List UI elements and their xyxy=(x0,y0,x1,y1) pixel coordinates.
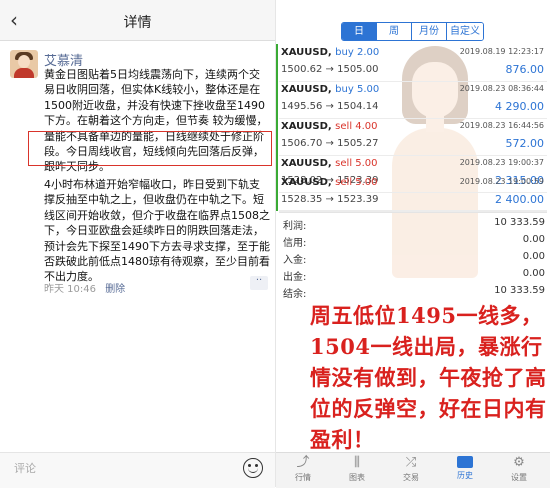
tab-day[interactable]: 日 xyxy=(342,23,376,40)
post-paragraph-2: 4小时布林道开始窄幅收口，昨日受到下轨支撑反抽至中轨之上，但收盘仍在中轨之下。短… xyxy=(44,178,270,284)
trade-side: sell 5.00 xyxy=(335,158,378,169)
overlay-caption: 周五低位1495一线多，1504一线出局，暴涨行情没有做到，午夜抢了高位的反弹空… xyxy=(310,303,547,452)
tab-week[interactable]: 周 xyxy=(376,23,411,40)
period-tabs: 日 周 月份 自定义 xyxy=(341,22,484,41)
more-options-button[interactable]: ·· xyxy=(250,276,268,290)
post-meta: 昨天 10:46 删除 xyxy=(44,280,125,295)
chart-trend-icon: ⤴ xyxy=(296,455,310,470)
trade-symbol: XAUUSD, xyxy=(281,84,332,95)
trade-date: 2019.08.23 16:44:56 xyxy=(459,121,544,130)
delete-link[interactable]: 删除 xyxy=(105,284,125,295)
trade-price: 1506.70 → 1505.27 xyxy=(281,138,379,149)
nav-settings[interactable]: ⚙ 设置 xyxy=(499,456,539,483)
trade-date: 2019.08.23 19:00:37 xyxy=(459,158,544,167)
trade-row[interactable]: XAUUSD, sell 5.00 2019.08.23 19:00:59 15… xyxy=(276,174,547,212)
summary-row-withdrawal: 出金: 0.00 xyxy=(283,268,545,283)
trade-side: sell 5.00 xyxy=(335,177,378,188)
comment-input[interactable]: 评论 xyxy=(14,460,36,476)
trade-date: 2019.08.23 08:36:44 xyxy=(459,84,544,93)
trade-symbol: XAUUSD, xyxy=(281,158,332,169)
emoji-icon[interactable] xyxy=(243,458,263,478)
nav-history[interactable]: 历史 xyxy=(445,456,485,481)
trade-profit: 876.00 xyxy=(505,63,545,76)
summary-row-profit: 利润: 10 333.59 xyxy=(283,217,545,232)
summary-row-balance: 结余: 10 333.59 xyxy=(283,285,545,300)
avatar[interactable] xyxy=(10,50,38,78)
trade-icon: ⤮ xyxy=(405,455,417,470)
summary-row-credit: 信用: 0.00 xyxy=(283,234,545,249)
trade-price: 1528.35 → 1523.39 xyxy=(281,194,379,205)
gear-icon: ⚙ xyxy=(513,455,525,470)
summary-divider xyxy=(279,212,547,213)
trade-row[interactable]: XAUUSD, buy 5.00 2019.08.23 08:36:44 149… xyxy=(276,81,547,119)
trade-row[interactable]: XAUUSD, buy 2.00 2019.08.19 12:23:17 150… xyxy=(276,44,547,82)
post-time: 昨天 10:46 xyxy=(44,284,96,295)
trade-profit: 2 400.00 xyxy=(495,193,544,206)
trade-symbol: XAUUSD, xyxy=(281,47,332,58)
nav-charts[interactable]: ⫼ 图表 xyxy=(337,456,377,483)
comment-bar xyxy=(0,452,275,488)
tab-month[interactable]: 月份 xyxy=(411,23,446,40)
history-icon xyxy=(457,456,473,468)
moments-detail-panel: ‹ 详情 艾慕清 黄金日图贴着5日均线震荡向下，连续两个交易日收阴回落，但实体K… xyxy=(0,0,276,488)
tab-custom[interactable]: 自定义 xyxy=(446,23,483,40)
trade-profit: 4 290.00 xyxy=(495,100,544,113)
nav-trade[interactable]: ⤮ 交易 xyxy=(391,456,431,483)
trade-side: sell 4.00 xyxy=(335,121,378,132)
trade-price: 1495.56 → 1504.14 xyxy=(281,101,379,112)
trade-side: buy 2.00 xyxy=(335,47,380,58)
trade-side: buy 5.00 xyxy=(335,84,380,95)
highlight-box xyxy=(28,131,272,166)
trade-profit: 572.00 xyxy=(505,137,545,150)
trade-date: 2019.08.19 12:23:17 xyxy=(459,47,544,56)
page-title: 详情 xyxy=(123,15,152,31)
nav-quotes[interactable]: ⤴ 行情 xyxy=(283,456,323,483)
detail-header: ‹ 详情 xyxy=(0,0,275,41)
trade-row[interactable]: XAUUSD, sell 4.00 2019.08.23 16:44:56 15… xyxy=(276,118,547,156)
summary-row-deposit: 入金: 0.00 xyxy=(283,251,545,266)
trade-symbol: XAUUSD, xyxy=(281,177,332,188)
trade-symbol: XAUUSD, xyxy=(281,121,332,132)
candlestick-icon: ⫼ xyxy=(354,455,360,470)
trade-date: 2019.08.23 19:00:59 xyxy=(459,177,544,186)
trade-price: 1500.62 → 1505.00 xyxy=(281,64,379,75)
